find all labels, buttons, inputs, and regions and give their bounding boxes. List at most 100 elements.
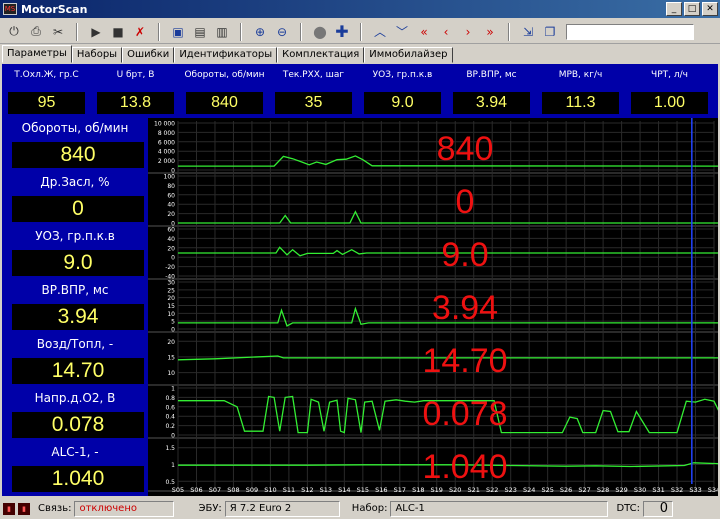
maximize-button[interactable]: □: [684, 2, 700, 16]
param-value: 9.0: [12, 250, 144, 276]
y-tick-label: 1: [171, 462, 175, 469]
title-bar: MS MotorScan _ □ ✕: [0, 0, 720, 18]
x-tick-label: S16: [375, 486, 387, 494]
y-tick-label: 60: [167, 227, 175, 234]
next-icon[interactable]: ›: [458, 22, 478, 42]
param-value: 14.70: [12, 358, 144, 384]
open-icon[interactable]: ▤: [190, 22, 210, 42]
x-tick-label: S10: [264, 486, 276, 494]
x-tick-label: S31: [652, 486, 664, 494]
param-label: МРВ, кг/ч: [558, 70, 603, 80]
save-icon[interactable]: ▣: [168, 22, 188, 42]
param-idle-step: Тек.РХХ, шаг 35: [269, 64, 358, 118]
x-tick-label: S13: [320, 486, 332, 494]
y-tick-label: 15: [167, 303, 175, 310]
x-tick-label: S07: [209, 486, 221, 494]
x-tick-label: S08: [227, 486, 239, 494]
param-value: 0.078: [12, 412, 144, 438]
param-label: ВР.ВПР, мс: [466, 70, 517, 80]
delete-icon[interactable]: ✗: [130, 22, 150, 42]
trend-chart[interactable]: 10 000 8 000 6 000 4 000 2 000 0 840 100 80 60 40 2…: [148, 118, 720, 496]
play-icon[interactable]: ▶: [86, 22, 106, 42]
param-value: 0: [12, 196, 144, 222]
y-tick-label: 80: [167, 183, 175, 190]
tab-identifiers[interactable]: Идентификаторы: [174, 47, 278, 63]
param-coolant-temp: Т.Охл.Ж, гр.С 95: [2, 64, 91, 118]
tab-equipment[interactable]: Комплектация: [277, 47, 365, 63]
up-icon[interactable]: ︿: [370, 22, 390, 42]
param-fuel-rate: ЧРТ, л/ч 1.00: [625, 64, 714, 118]
param-label: Обороты, об/мин: [21, 121, 129, 135]
param-value: 3.94: [12, 304, 144, 330]
close-button[interactable]: ✕: [702, 2, 718, 16]
prev-icon[interactable]: ‹: [436, 22, 456, 42]
x-tick-label: S05: [172, 486, 184, 494]
power-icon[interactable]: ⏻: [4, 22, 24, 42]
y-tick-label: 40: [167, 202, 175, 209]
y-tick-label: 60: [167, 192, 175, 199]
y-tick-label: 10 000: [154, 121, 175, 128]
tab-parameters[interactable]: Параметры: [2, 45, 72, 63]
x-tick-label: S15: [357, 486, 369, 494]
x-tick-label: S21: [468, 486, 480, 494]
link-label: Связь:: [38, 503, 72, 514]
y-tick-label: 5: [171, 319, 175, 326]
param-value: 9.0: [364, 92, 441, 114]
overlay-value: 1.040: [422, 448, 507, 486]
y-tick-label: 20: [167, 339, 175, 346]
param-value: 3.94: [453, 92, 530, 114]
export-icon[interactable]: ⇲: [518, 22, 538, 42]
y-tick-label: 20: [167, 295, 175, 302]
param-value: 1.040: [12, 466, 144, 492]
tab-errors[interactable]: Ошибки: [122, 47, 175, 63]
x-tick-label: S22: [486, 486, 498, 494]
param-value: 35: [275, 92, 352, 114]
y-tick-label: 0.6: [165, 404, 175, 411]
param-label: Т.Охл.Ж, гр.С: [14, 70, 79, 80]
tab-immobilizer[interactable]: Иммобилайзер: [364, 47, 453, 63]
overlay-value: 0: [456, 183, 475, 221]
left-parameter-panel: Обороты, об/мин 840 Др.Засл, % 0 УОЗ, гр…: [2, 118, 148, 496]
minimize-button[interactable]: _: [666, 2, 682, 16]
overlay-value: 840: [437, 130, 494, 168]
x-tick-label: S20: [449, 486, 461, 494]
last-icon[interactable]: »: [480, 22, 500, 42]
add-icon[interactable]: ✚: [332, 22, 352, 42]
tools-icon[interactable]: ✂: [48, 22, 68, 42]
y-tick-label: 40: [167, 236, 175, 243]
zoom-in-icon[interactable]: ⊕: [250, 22, 270, 42]
param-value: 13.8: [97, 92, 174, 114]
overlay-value: 3.94: [432, 289, 498, 327]
window-title: MotorScan: [21, 2, 88, 16]
y-tick-label: 0: [171, 433, 175, 440]
x-tick-label: S19: [431, 486, 443, 494]
window-icon[interactable]: ❐: [540, 22, 560, 42]
folder-icon[interactable]: ▥: [212, 22, 232, 42]
param-label: Напр.д.О2, В: [34, 391, 116, 405]
app-logo: MS: [3, 3, 17, 15]
tab-sets[interactable]: Наборы: [71, 47, 123, 63]
toolbar-input[interactable]: [566, 23, 694, 40]
zoom-out-icon[interactable]: ⊖: [272, 22, 292, 42]
param-label: УОЗ, гр.п.к.в: [35, 229, 115, 243]
y-tick-label: 8 000: [158, 130, 175, 137]
param-value: 840: [12, 142, 144, 168]
down-icon[interactable]: ﹀: [392, 22, 412, 42]
print-icon[interactable]: ⎙: [26, 22, 46, 42]
x-tick-label: S34: [708, 486, 718, 494]
y-tick-label: 10: [167, 311, 175, 318]
record-icon[interactable]: ●: [310, 22, 330, 42]
param-value: 1.00: [631, 92, 708, 114]
overlay-value: 0.078: [422, 395, 507, 433]
y-tick-label: 0.8: [165, 395, 175, 402]
param-value: 840: [186, 92, 263, 114]
x-tick-label: S25: [541, 486, 553, 494]
overlay-value: 14.70: [422, 342, 507, 380]
x-tick-label: S29: [615, 486, 627, 494]
first-icon[interactable]: «: [414, 22, 434, 42]
param-battery-voltage: U брт, В 13.8: [91, 64, 180, 118]
stop-icon[interactable]: ■: [108, 22, 128, 42]
param-label: Др.Засл, %: [40, 175, 110, 189]
x-tick-label: S12: [301, 486, 313, 494]
set-value: ALC-1: [390, 500, 609, 517]
